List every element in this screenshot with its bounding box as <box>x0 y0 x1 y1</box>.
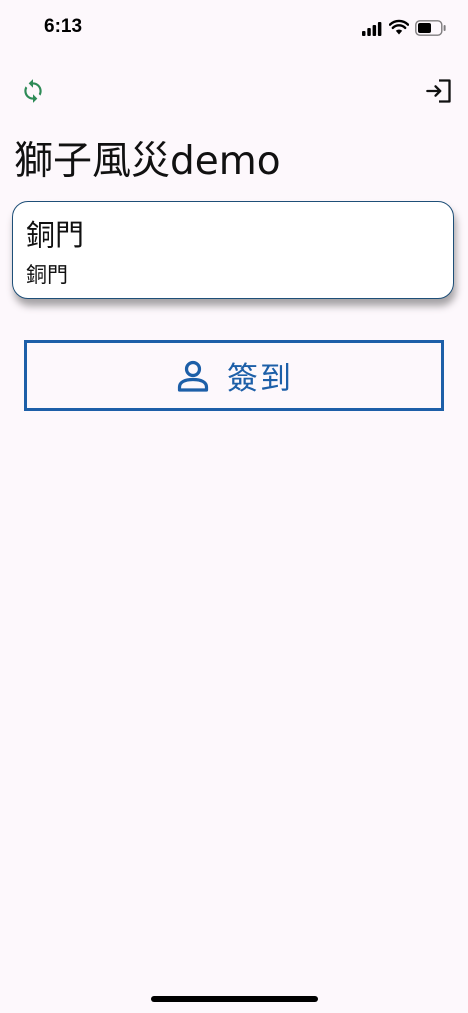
top-toolbar <box>0 72 468 112</box>
page-title: 獅子風災demo <box>14 139 281 184</box>
refresh-button[interactable] <box>16 74 50 108</box>
location-card-subtitle: 銅門 <box>26 263 68 287</box>
status-bar: 6:13 <box>0 0 468 60</box>
refresh-icon <box>24 79 42 103</box>
login-icon <box>426 79 451 103</box>
status-time: 6:13 <box>44 16 83 37</box>
battery-icon <box>415 20 446 36</box>
wifi-icon <box>389 19 409 35</box>
person-icon <box>177 360 209 392</box>
checkin-button-label: 簽到 <box>227 361 293 397</box>
location-card[interactable]: 銅門 銅門 <box>12 201 454 299</box>
logout-button[interactable] <box>422 74 456 108</box>
home-indicator <box>151 996 318 1002</box>
checkin-button[interactable]: 簽到 <box>24 340 444 411</box>
location-card-title: 銅門 <box>26 218 85 252</box>
cellular-signal-icon <box>362 22 382 36</box>
